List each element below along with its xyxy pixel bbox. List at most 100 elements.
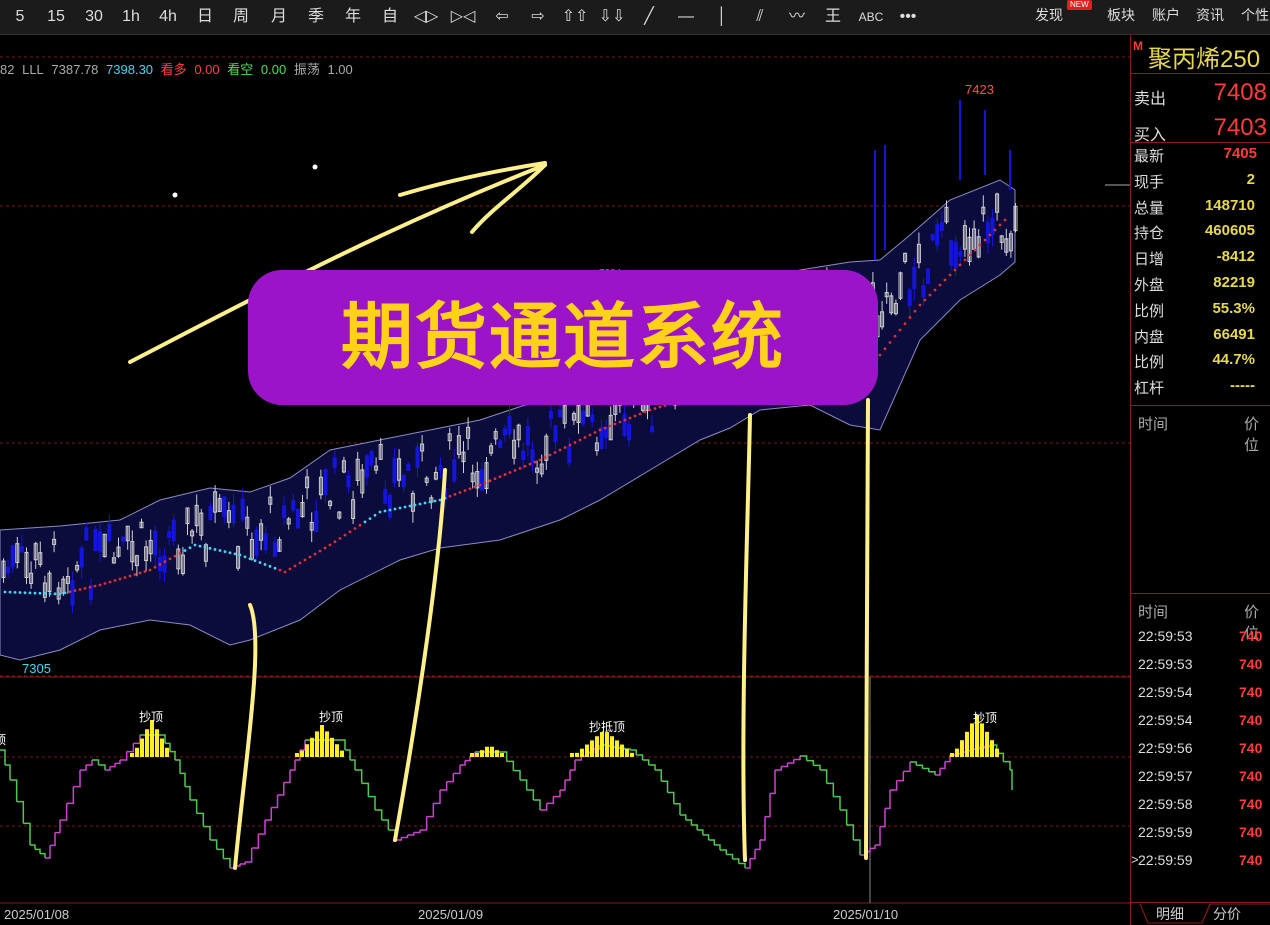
toolbar-right-4[interactable]: 个性: [1241, 0, 1269, 34]
toolbar-item-4[interactable]: 4h: [152, 0, 184, 34]
candle-body: [208, 506, 213, 521]
oscillator-step: [680, 814, 687, 820]
midline-dot: [573, 441, 577, 444]
tick-time: 22:59:53: [1138, 628, 1193, 644]
midline-dot: [528, 462, 532, 466]
toolbar-item-18[interactable]: —: [670, 0, 702, 34]
toolbar-item-3[interactable]: 1h: [115, 0, 147, 34]
candle-body: [525, 426, 530, 446]
toolbar-item-21[interactable]: 〰: [781, 0, 813, 34]
oscillator-step: [110, 763, 116, 768]
candle-body: [650, 426, 655, 432]
midline-dot: [523, 464, 527, 468]
toolbar-right-2[interactable]: 账户: [1152, 0, 1180, 34]
signal-bar: [310, 737, 314, 757]
legend-cyan-value: 7398.30: [106, 62, 154, 77]
midline-dot: [923, 298, 927, 302]
midline-dot: [473, 485, 477, 489]
toolbar-item-7[interactable]: 月: [263, 0, 295, 34]
signal-bar: [955, 748, 959, 757]
toolbar-item-19[interactable]: │: [706, 0, 738, 34]
midline-dot: [948, 273, 952, 277]
midline-dot: [943, 278, 947, 282]
oscillator-step: [755, 840, 761, 851]
oscillator-step: [203, 825, 211, 840]
midline-dot: [378, 510, 382, 514]
oscillator-step: [271, 795, 279, 809]
oscillator-step: [667, 791, 675, 804]
toolbar-item-9[interactable]: 年: [337, 0, 369, 34]
oscillator-step: [738, 862, 746, 868]
oscillator-step: [401, 835, 409, 839]
toolbar-item-17[interactable]: ╱: [633, 0, 665, 34]
quote-row-label: 最新: [1134, 148, 1165, 165]
midline-dot: [538, 458, 542, 462]
toolbar-item-0[interactable]: 5: [4, 0, 36, 34]
kline-chart[interactable]: 742373057384抄顶抄顶抄抵顶抄顶顶2025/01/082025/01/…: [0, 35, 1130, 925]
indicator-legend: 82 LLL 7387.78 7398.30 看多 0.00 看空 0.00 振…: [0, 59, 357, 79]
signal-bar: [300, 750, 304, 757]
midline-dot: [108, 580, 112, 584]
toolbar-item-12[interactable]: ▷◁: [447, 0, 479, 34]
signal-bar: [470, 753, 474, 757]
hand-drawn-stroke: [864, 398, 870, 860]
toolbar-item-10[interactable]: 自: [374, 0, 406, 34]
midline-dot: [478, 483, 482, 487]
oscillator-step: [770, 770, 776, 795]
midline-dot: [598, 428, 602, 432]
candle-body: [401, 474, 406, 488]
midline-dot: [148, 568, 152, 572]
midline-dot: [278, 568, 282, 572]
hand-drawn-stroke: [741, 413, 752, 862]
midline-dot: [63, 591, 67, 595]
instrument-name[interactable]: 聚丙烯250: [1148, 39, 1260, 74]
toolbar-item-2[interactable]: 30: [78, 0, 110, 34]
midline-dot: [218, 549, 222, 552]
toolbar-item-6[interactable]: 周: [225, 0, 257, 34]
midline-dot: [493, 477, 497, 481]
toolbar-right-3[interactable]: 资讯: [1196, 0, 1224, 34]
oscillator-step: [546, 796, 555, 805]
midline-dot: [258, 561, 262, 564]
toolbar-item-15[interactable]: ⇧⇧: [559, 0, 591, 34]
oscillator-step: [526, 789, 535, 800]
oscillator-step: [885, 790, 891, 810]
oscillator-step: [560, 780, 566, 791]
signal-bar: [570, 753, 574, 757]
toolbar-right-0[interactable]: 发现: [1035, 0, 1063, 34]
oscillator-step: [340, 739, 346, 750]
midline-dot: [593, 431, 597, 434]
toolbar-item-16[interactable]: ⇩⇩: [596, 0, 628, 34]
toolbar-item-20[interactable]: ⫽: [744, 0, 776, 34]
toolbar-item-13[interactable]: ⇦: [486, 0, 518, 34]
toolbar-right-1[interactable]: 板块: [1107, 0, 1135, 34]
midline-dot: [983, 238, 987, 242]
tick-time: 22:59:57: [1138, 768, 1193, 784]
candle-body: [282, 505, 287, 519]
toolbar-item-24[interactable]: •••: [892, 0, 924, 34]
tick-price: 740: [1239, 656, 1263, 672]
midline-dot: [3, 590, 7, 594]
midline-dot: [548, 453, 552, 457]
toolbar-item-5[interactable]: 日: [189, 0, 221, 34]
tick-row: 22:59:58 740: [1131, 796, 1270, 822]
midline-dot: [433, 499, 437, 503]
toolbar-item-11[interactable]: ◁▷: [410, 0, 442, 34]
oscillator-step: [23, 822, 31, 845]
oscillator-step: [361, 782, 370, 797]
midline-dot: [448, 494, 452, 498]
midline-dot: [228, 551, 232, 555]
midline-dot: [468, 487, 472, 491]
midline-dot: [168, 557, 172, 561]
toolbar-item-1[interactable]: 15: [40, 0, 72, 34]
toolbar-item-8[interactable]: 季: [300, 0, 332, 34]
midline-dot: [308, 555, 312, 559]
midline-dot: [138, 571, 142, 575]
candle-body: [369, 450, 374, 466]
toolbar-item-22[interactable]: 王: [817, 0, 849, 34]
signal-bar: [495, 750, 499, 757]
signal-bar: [325, 731, 329, 757]
toolbar-item-23[interactable]: ABC: [855, 0, 887, 34]
signal-bar: [610, 736, 614, 757]
toolbar-item-14[interactable]: ⇨: [522, 0, 554, 34]
